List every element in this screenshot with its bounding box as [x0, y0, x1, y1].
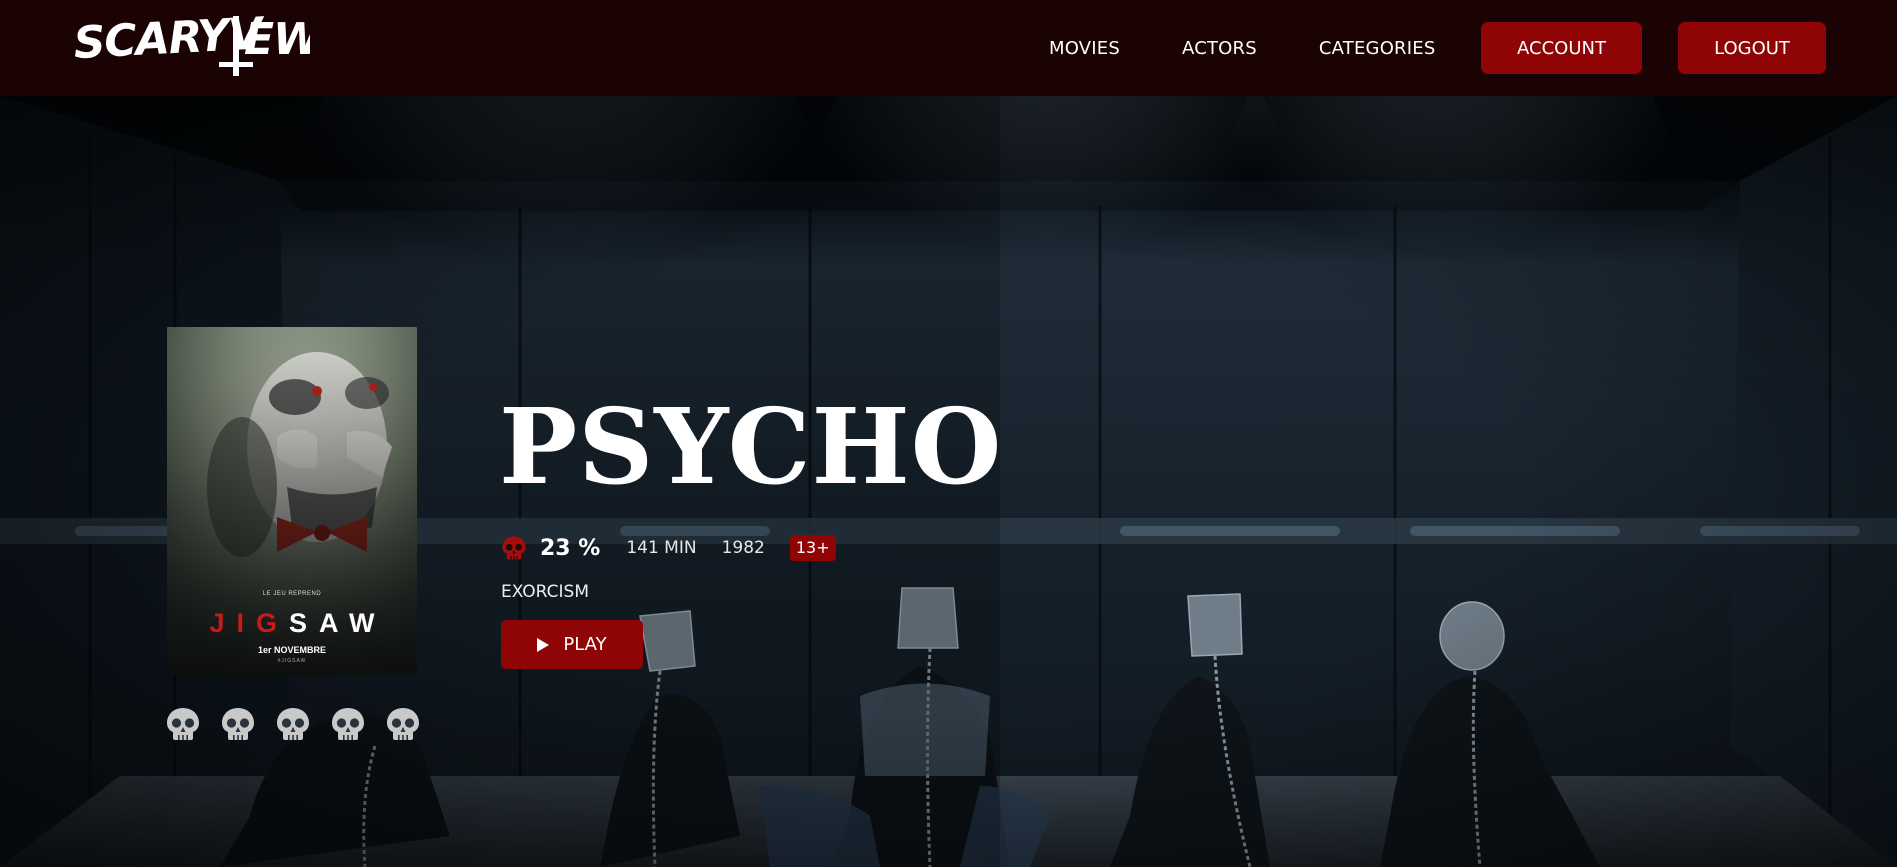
skull-icon	[501, 535, 527, 561]
skull-rating	[165, 707, 440, 741]
movie-genre: EXORCISM	[501, 582, 589, 602]
movie-poster[interactable]: LE JEU REPREND JIGSAW 1er NOVEMBRE #JIGS…	[167, 327, 417, 675]
age-rating-badge: 13+	[789, 535, 836, 561]
play-button[interactable]: PLAY	[501, 620, 643, 669]
movie-duration: 141 MIN	[626, 538, 697, 558]
play-icon	[537, 637, 550, 652]
play-button-label: PLAY	[563, 634, 607, 655]
audience-score: 23 %	[540, 535, 601, 561]
account-button[interactable]: ACCOUNT	[1481, 22, 1642, 74]
logout-button[interactable]: LOGOUT	[1678, 22, 1826, 74]
poster-tagline: LE JEU REPREND	[262, 591, 322, 597]
poster-title-white: SAW	[289, 608, 387, 638]
nav-categories-link[interactable]: CATEGORIES	[1319, 38, 1436, 59]
main-nav: MOVIES ACTORS CATEGORIES	[1049, 38, 1497, 59]
movie-meta: 23 % 141 MIN 1982 13+	[501, 532, 836, 564]
rating-skull-3-icon[interactable]	[275, 707, 311, 741]
scaryview-logo[interactable]: SCARYV EW	[72, 8, 325, 82]
rating-skull-5-icon[interactable]	[385, 707, 421, 741]
svg-text:EW: EW	[244, 14, 310, 65]
nav-actors-link[interactable]: ACTORS	[1182, 38, 1257, 59]
movie-hero: LE JEU REPREND JIGSAW 1er NOVEMBRE #JIGS…	[0, 96, 1897, 867]
poster-hashtag: #JIGSAW	[277, 658, 307, 664]
rating-skull-4-icon[interactable]	[330, 707, 366, 741]
nav-movies-link[interactable]: MOVIES	[1049, 38, 1120, 59]
rating-skull-2-icon[interactable]	[220, 707, 256, 741]
rating-skull-1-icon[interactable]	[165, 707, 201, 741]
movie-title: PSYCHO	[499, 385, 1003, 508]
movie-year: 1982	[721, 538, 765, 558]
poster-release-date: 1er NOVEMBRE	[257, 645, 327, 655]
poster-title-red: JIG	[209, 608, 289, 638]
poster-title: JIGSAW	[167, 608, 417, 639]
top-navbar: SCARYV EW MOVIES ACTORS CATEGORIES ACCOU…	[0, 0, 1897, 96]
